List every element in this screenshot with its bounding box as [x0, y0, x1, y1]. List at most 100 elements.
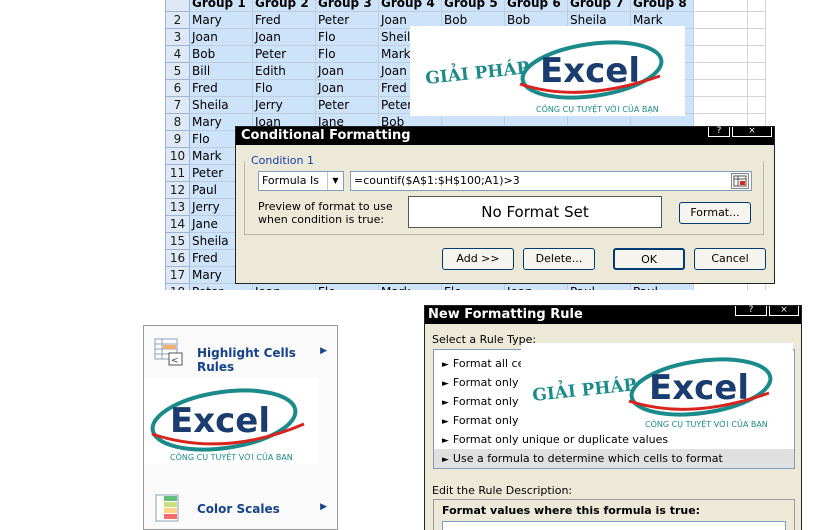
cell[interactable] — [693, 79, 748, 97]
row-header[interactable]: 5 — [165, 62, 190, 80]
cell[interactable]: Flo — [441, 283, 505, 290]
cell[interactable]: Paul — [630, 283, 694, 290]
header-cell[interactable] — [693, 0, 748, 12]
cell[interactable]: Jerry — [252, 96, 316, 114]
condition-type-select[interactable]: Formula Is ▼ — [258, 171, 344, 191]
cell[interactable]: Peter — [315, 11, 379, 29]
format-preview: No Format Set — [408, 196, 662, 228]
help-button[interactable]: ? — [708, 127, 730, 137]
edit-rule-description-label: Edit the Rule Description: — [432, 484, 573, 497]
row-header[interactable]: 16 — [165, 249, 190, 267]
range-select-icon[interactable] — [731, 173, 749, 189]
cell[interactable] — [747, 79, 766, 97]
row-header[interactable]: 12 — [165, 181, 190, 199]
header-cell[interactable]: Group 3 — [315, 0, 379, 12]
cell[interactable]: Joan — [315, 79, 379, 97]
header-cell[interactable] — [747, 0, 766, 12]
cell[interactable] — [693, 45, 748, 63]
logo-slogan: CÔNG CỤ TUYỆT VỜI CỦA BẠN — [536, 103, 659, 115]
format-button[interactable]: Format... — [679, 202, 751, 224]
row-header[interactable]: 14 — [165, 215, 190, 233]
cell[interactable]: Bill — [189, 62, 253, 80]
cell[interactable]: Sheila — [189, 96, 253, 114]
cell[interactable]: Peter — [252, 45, 316, 63]
cell[interactable]: Joan — [252, 28, 316, 46]
header-cell[interactable]: Group 8 — [630, 0, 694, 12]
row-header[interactable]: 8 — [165, 113, 190, 131]
row-header[interactable] — [165, 0, 190, 12]
row-header[interactable]: 3 — [165, 28, 190, 46]
delete-button[interactable]: Delete... — [523, 248, 595, 270]
triangle-right-icon: ► — [442, 455, 449, 465]
header-cell[interactable]: Group 4 — [378, 0, 442, 12]
row-header[interactable]: 4 — [165, 45, 190, 63]
cell[interactable] — [693, 62, 748, 80]
cell[interactable] — [747, 283, 766, 290]
row-header[interactable]: 13 — [165, 198, 190, 216]
cell[interactable]: Fred — [252, 11, 316, 29]
row-header[interactable]: 7 — [165, 96, 190, 114]
header-cell[interactable]: Group 7 — [567, 0, 631, 12]
header-cell[interactable]: Group 6 — [504, 0, 568, 12]
cell[interactable] — [693, 28, 748, 46]
row-header[interactable]: 17 — [165, 266, 190, 284]
cell[interactable]: Joan — [252, 283, 316, 290]
cell[interactable]: Peter — [189, 283, 253, 290]
cell[interactable]: Joan — [504, 283, 568, 290]
cell[interactable]: Joan — [189, 28, 253, 46]
add-button[interactable]: Add >> — [442, 248, 514, 270]
cell[interactable]: Flo — [252, 79, 316, 97]
logo-slogan: CÔNG CỤ TUYỆT VỜI CỦA BẠN — [645, 418, 768, 430]
menu-item-color-scales[interactable]: Color Scales ▶ — [144, 494, 337, 524]
cell[interactable] — [747, 62, 766, 80]
row-header[interactable]: 10 — [165, 147, 190, 165]
logo-brand: Excel — [649, 368, 749, 408]
row-header[interactable]: 2 — [165, 11, 190, 29]
row-header[interactable]: 11 — [165, 164, 190, 182]
cell[interactable] — [693, 11, 748, 29]
cell[interactable] — [693, 96, 748, 114]
cell[interactable]: Edith — [252, 62, 316, 80]
cell[interactable]: Bob — [189, 45, 253, 63]
cell[interactable]: Flo — [315, 45, 379, 63]
cell[interactable] — [747, 45, 766, 63]
cell[interactable]: Peter — [315, 96, 379, 114]
conditional-formatting-dialog: Conditional Formatting ? × Condition 1 F… — [235, 126, 775, 284]
cell[interactable]: Flo — [315, 283, 379, 290]
header-cell[interactable]: Group 1 — [189, 0, 253, 12]
row-header[interactable]: 18 — [165, 283, 190, 290]
conditional-formatting-menu: < Highlight Cells Rules ▶ Excel CÔNG CỤ … — [143, 325, 338, 530]
logo-slogan: CÔNG CỤ TUYỆT VỜI CỦA BẠN — [170, 451, 293, 463]
header-cell[interactable]: Group 2 — [252, 0, 316, 12]
rule-type-item[interactable]: ► Use a formula to determine which cells … — [434, 449, 794, 468]
menu-item-highlight-cells-rules[interactable]: < Highlight Cells Rules ▶ — [144, 338, 337, 374]
logo-brand: Excel — [170, 401, 270, 441]
formula-input[interactable]: =countif($A$1:$H$100;A1)>3 — [350, 171, 752, 191]
cell[interactable]: Joan — [315, 62, 379, 80]
row-header[interactable]: 15 — [165, 232, 190, 250]
cell[interactable]: Mark — [378, 283, 442, 290]
cell[interactable] — [747, 28, 766, 46]
close-button[interactable]: × — [732, 127, 772, 137]
cell[interactable]: Flo — [315, 28, 379, 46]
cell[interactable] — [747, 11, 766, 29]
chevron-down-icon[interactable]: ▼ — [327, 172, 343, 190]
rule-type-item[interactable]: ► Format only unique or duplicate values — [434, 430, 794, 449]
cancel-button[interactable]: Cancel — [694, 248, 766, 270]
help-button[interactable]: ? — [735, 306, 767, 316]
rule-formula-input[interactable] — [442, 521, 786, 530]
row-header[interactable]: 9 — [165, 130, 190, 148]
svg-text:<: < — [171, 356, 179, 366]
cell[interactable] — [747, 96, 766, 114]
rule-type-label: Format only unique or duplicate values — [452, 433, 669, 446]
cell[interactable]: Fred — [189, 79, 253, 97]
close-button[interactable]: × — [769, 306, 799, 316]
condition-type-value: Formula Is — [262, 174, 319, 187]
row-header[interactable]: 6 — [165, 79, 190, 97]
cell[interactable]: Mary — [189, 11, 253, 29]
cell[interactable] — [693, 283, 748, 290]
header-cell[interactable]: Group 5 — [441, 0, 505, 12]
chevron-right-icon: ▶ — [320, 502, 327, 512]
cell[interactable]: Paul — [567, 283, 631, 290]
ok-button[interactable]: OK — [613, 248, 685, 270]
